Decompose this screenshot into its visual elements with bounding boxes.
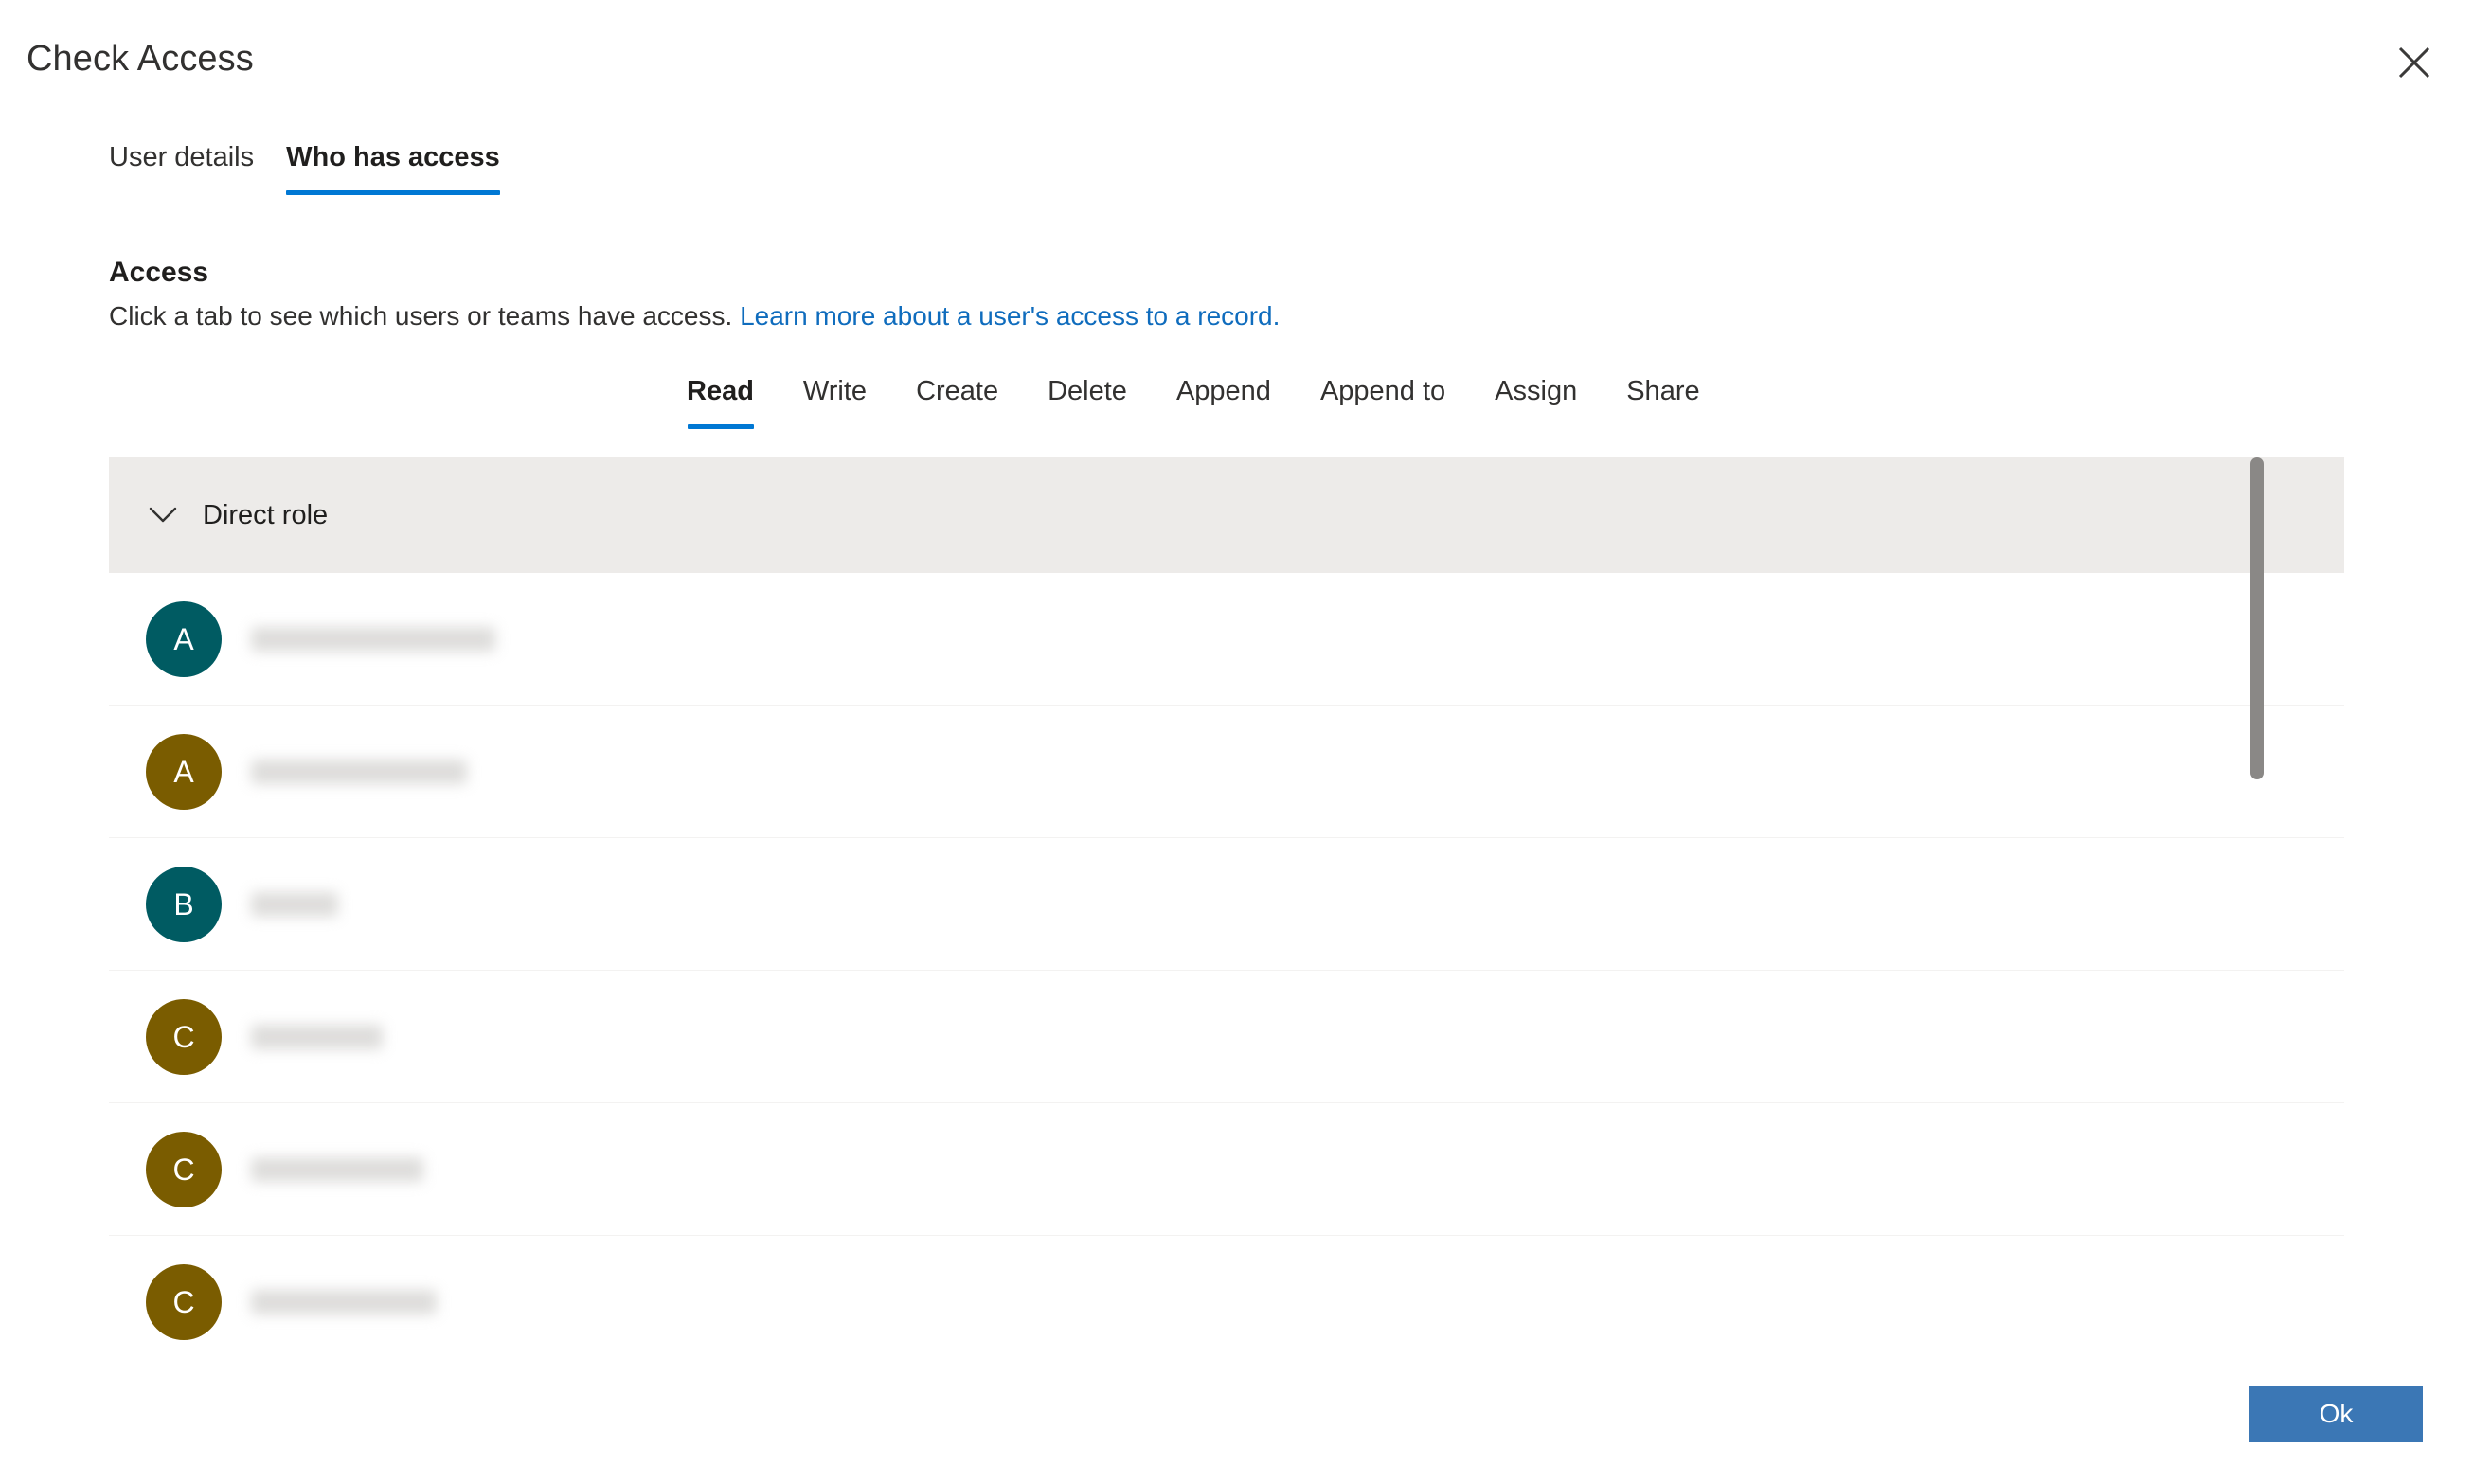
row-primary-cell: B	[109, 838, 715, 971]
avatar: C	[146, 1132, 222, 1207]
permission-tab-read[interactable]: Read	[663, 374, 779, 429]
row-primary-cell: C	[109, 1103, 715, 1236]
row-primary-cell: A	[109, 573, 715, 706]
pivot-tablist: User details Who has access	[109, 140, 516, 195]
tab-user-details[interactable]: User details	[109, 140, 270, 195]
dialog-header: Check Access	[0, 0, 2473, 114]
table-row[interactable]: A	[109, 573, 2344, 706]
group-title: Direct role	[203, 500, 329, 530]
access-list-region: Direct role A A B C C C	[109, 457, 2382, 1342]
permission-tab-append[interactable]: Append	[1152, 374, 1296, 429]
group-header-direct-role[interactable]: Direct role	[109, 457, 2344, 573]
table-row[interactable]: A	[109, 706, 2344, 838]
avatar: A	[146, 601, 222, 677]
avatar: B	[146, 867, 222, 942]
access-heading: Access	[109, 257, 209, 288]
chevron-down-icon	[144, 496, 182, 534]
principal-name	[251, 892, 338, 917]
permission-tab-assign[interactable]: Assign	[1470, 374, 1602, 429]
permission-tab-share[interactable]: Share	[1602, 374, 1724, 429]
principal-name	[251, 1157, 423, 1182]
dialog-footer: Ok	[0, 1342, 2473, 1484]
table-row[interactable]: C	[109, 971, 2344, 1103]
table-row[interactable]: C	[109, 1236, 2344, 1342]
principal-name	[251, 1290, 437, 1314]
row-primary-cell: C	[109, 1236, 715, 1342]
access-list: Direct role A A B C C C	[109, 457, 2344, 1342]
principal-name	[251, 627, 495, 652]
permission-tablist: Read Write Create Delete Append Append t…	[663, 374, 1725, 429]
avatar: A	[146, 734, 222, 810]
permission-tab-delete[interactable]: Delete	[1023, 374, 1152, 429]
avatar: C	[146, 999, 222, 1075]
close-icon	[2398, 46, 2430, 79]
access-description: Click a tab to see which users or teams …	[109, 298, 1280, 334]
permission-tab-append-to[interactable]: Append to	[1296, 374, 1470, 429]
table-row[interactable]: C	[109, 1103, 2344, 1236]
ok-button[interactable]: Ok	[2249, 1386, 2423, 1442]
principal-name	[251, 760, 467, 784]
tab-who-has-access[interactable]: Who has access	[270, 140, 516, 195]
list-scrollbar[interactable]	[2247, 457, 2267, 1342]
table-row[interactable]: B	[109, 838, 2344, 971]
permission-tab-create[interactable]: Create	[891, 374, 1023, 429]
close-button[interactable]	[2380, 28, 2448, 97]
avatar: C	[146, 1264, 222, 1340]
page-title: Check Access	[27, 39, 254, 79]
principal-name	[251, 1025, 383, 1049]
permission-tab-write[interactable]: Write	[779, 374, 891, 429]
scrollbar-thumb[interactable]	[2250, 457, 2264, 779]
learn-more-link[interactable]: Learn more about a user's access to a re…	[740, 301, 1280, 331]
access-description-text: Click a tab to see which users or teams …	[109, 301, 733, 331]
row-primary-cell: A	[109, 706, 715, 838]
row-primary-cell: C	[109, 971, 715, 1103]
